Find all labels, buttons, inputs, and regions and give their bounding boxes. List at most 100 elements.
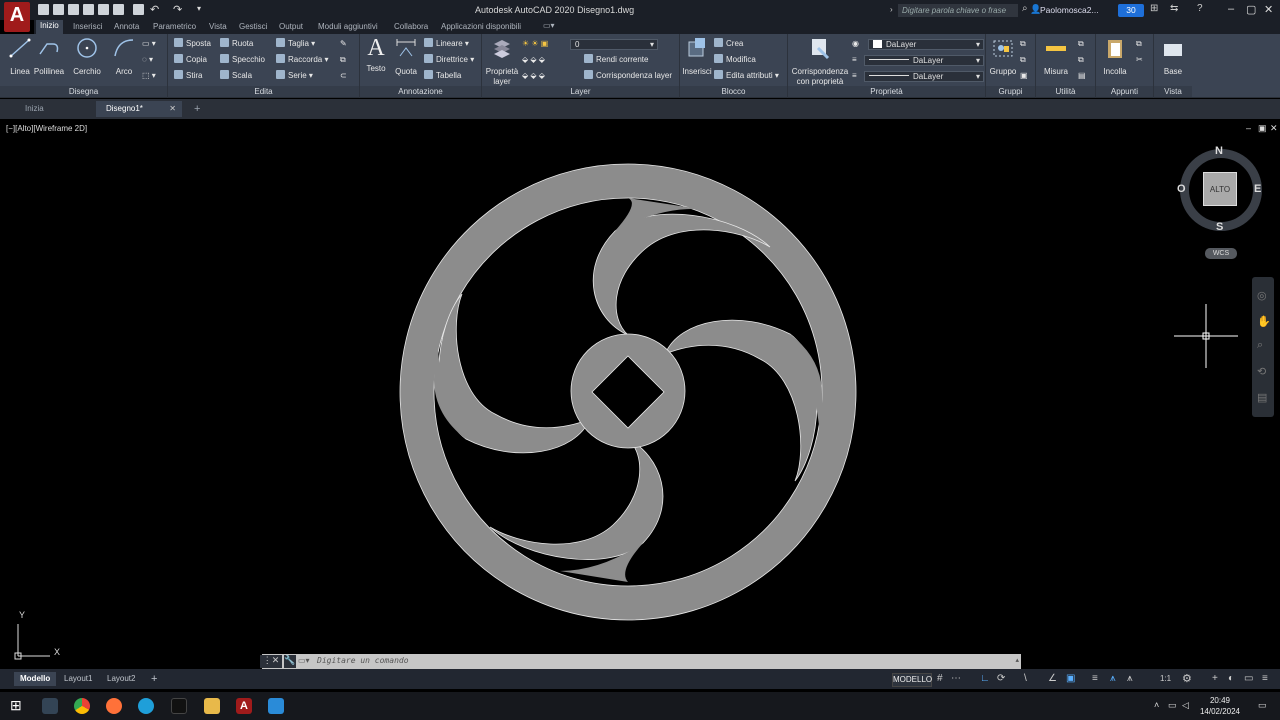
isolate-icon[interactable]: ◐ <box>1228 673 1234 684</box>
annotation-visibility-icon[interactable]: ⩚ <box>1110 673 1116 684</box>
close-tab-icon[interactable]: ✕ <box>169 101 176 117</box>
measure-button[interactable]: Misura <box>1036 36 1076 77</box>
close-icon[interactable]: ✕ <box>1264 3 1273 16</box>
arc-button[interactable]: Arco <box>104 36 144 77</box>
photos-icon[interactable] <box>268 698 284 714</box>
cut-icon[interactable]: ✂ <box>1136 54 1143 66</box>
snap-icon[interactable]: ⋯ <box>951 673 961 684</box>
zoom-extents-icon[interactable]: ⌕ <box>1257 339 1263 352</box>
isodraft-icon[interactable]: \ <box>1024 673 1027 684</box>
layer-state-icons[interactable]: ☀ ☀ ▣ <box>522 38 548 50</box>
wheel-drawing[interactable] <box>0 119 1280 667</box>
tab-start[interactable]: Inizia <box>15 101 54 117</box>
panel-title-disegna[interactable]: Disegna <box>0 86 167 97</box>
panel-title-blocco[interactable]: Blocco <box>680 86 787 97</box>
clean-screen-icon[interactable]: ▭ <box>1244 673 1253 684</box>
orbit-icon[interactable]: ⟲ <box>1257 365 1266 378</box>
polyline-button[interactable]: Polilinea <box>29 36 69 77</box>
viewcube-top[interactable]: ALTO <box>1203 172 1237 206</box>
layer-tools-row1-icon[interactable]: ⬙ ⬙ ⬙ <box>522 54 545 66</box>
showmotion-icon[interactable]: ▤ <box>1257 391 1267 404</box>
group-edit-icon[interactable]: ⧉ <box>1020 54 1026 66</box>
paste-button[interactable]: Incolla <box>1096 36 1134 77</box>
object-snap-icon[interactable]: ▣ <box>1066 673 1075 684</box>
open-web-icon[interactable] <box>98 4 109 15</box>
linetype-dropdown[interactable]: DaLayer ▾ <box>864 55 984 66</box>
quick-select-icon[interactable]: ⧉ <box>1078 38 1084 50</box>
edit-block-button[interactable]: Modifica <box>714 54 756 66</box>
undo-icon[interactable]: ↶ <box>150 3 159 16</box>
tab-inizio[interactable]: Inizio <box>36 20 63 34</box>
tab-output[interactable]: Output <box>279 22 303 31</box>
open-file-icon[interactable] <box>53 4 64 15</box>
dimension-button[interactable]: Quota <box>387 36 425 77</box>
group-select-icon[interactable]: ▣ <box>1020 70 1028 82</box>
make-current-button[interactable]: Rendi corrente <box>584 54 648 66</box>
trim-button[interactable]: Taglia ▾ <box>276 38 315 50</box>
circle-button[interactable]: Cerchio <box>67 36 107 77</box>
firefox-icon[interactable] <box>106 698 122 714</box>
tab-applicazioni[interactable]: Applicazioni disponibili <box>441 22 521 31</box>
tab-gestisci[interactable]: Gestisci <box>239 22 267 31</box>
panel-title-annotazione[interactable]: Annotazione <box>360 86 481 97</box>
tab-drawing1[interactable]: Disegno1* ✕ <box>96 101 182 117</box>
tab-annota[interactable]: Annota <box>114 22 139 31</box>
commandline-scroll-icon[interactable]: ▴ <box>1015 656 1019 664</box>
offset-icon[interactable]: ⊂ <box>340 70 347 82</box>
help-icon[interactable]: ? <box>1197 3 1203 14</box>
windows-start-icon[interactable]: ⊞ <box>10 697 22 714</box>
point-style-icon[interactable]: ⧉ <box>1078 54 1084 66</box>
pan-icon[interactable]: ✋ <box>1257 315 1271 328</box>
new-tab-icon[interactable]: + <box>184 101 210 117</box>
copy-clip-icon[interactable]: ⧉ <box>1136 38 1142 50</box>
command-history-icon[interactable]: ▭▾ <box>298 656 310 665</box>
volume-icon[interactable]: ◁ <box>1182 700 1189 711</box>
tab-moduli-aggiuntivi[interactable]: Moduli aggiuntivi <box>318 22 378 31</box>
redo-icon[interactable]: ↷ <box>173 3 182 16</box>
calculator-icon[interactable]: ▤ <box>1078 70 1086 82</box>
new-file-icon[interactable] <box>38 4 49 15</box>
wcs-menu[interactable]: WCS <box>1205 248 1237 259</box>
rectangle-icon[interactable]: ▭ ▾ <box>142 38 156 50</box>
layer-dropdown[interactable]: 0 ▾ <box>570 39 658 50</box>
layer-properties-button[interactable]: Proprietà layer <box>482 36 522 87</box>
base-view-button[interactable]: Base <box>1154 36 1192 77</box>
maximize-icon[interactable]: ▢ <box>1246 3 1256 16</box>
array-button[interactable]: Serie ▾ <box>276 70 313 82</box>
subscription-badge[interactable]: 30 <box>1118 4 1144 17</box>
command-input[interactable]: Digitare un comando <box>317 656 409 665</box>
panel-title-gruppi[interactable]: Gruppi <box>986 86 1035 97</box>
model-space-toggle[interactable]: MODELLO <box>892 673 932 687</box>
customize-statusbar-icon[interactable]: ≡ <box>1262 673 1268 684</box>
match-properties-button[interactable]: Corrispondenza con proprietà <box>790 36 850 87</box>
color-wheel-icon[interactable]: ◉ <box>852 38 859 50</box>
taskbar-clock[interactable]: 20:49 14/02/2024 <box>1198 695 1242 717</box>
color-dropdown[interactable]: DaLayer ▾ <box>868 39 984 50</box>
rotate-button[interactable]: Ruota <box>220 38 253 50</box>
stretch-button[interactable]: Stira <box>174 70 202 82</box>
customize-qa-icon[interactable]: ▾ <box>197 4 201 13</box>
panel-title-appunti[interactable]: Appunti <box>1096 86 1153 97</box>
autocad-logo-icon[interactable]: A <box>4 2 30 32</box>
hatch-icon[interactable]: ◌ ▾ <box>142 54 153 66</box>
explode-icon[interactable]: ⧉ <box>340 54 346 66</box>
tiktok-icon[interactable] <box>171 698 187 714</box>
move-button[interactable]: Sposta <box>174 38 211 50</box>
panel-title-vista[interactable]: Vista <box>1154 86 1192 97</box>
notification-icon[interactable]: ▭ <box>1258 700 1267 711</box>
ribbon-toggle-icon[interactable]: ▭▾ <box>543 21 555 30</box>
tab-vista[interactable]: Vista <box>209 22 227 31</box>
annotation-scale[interactable]: 1:1 <box>1160 674 1171 683</box>
save-icon[interactable] <box>68 4 79 15</box>
tab-collabora[interactable]: Collabora <box>394 22 428 31</box>
calculator-app-icon[interactable] <box>42 698 58 714</box>
copy-button[interactable]: Copia <box>174 54 207 66</box>
linetype-icon[interactable]: ≡ <box>852 54 857 66</box>
match-layer-button[interactable]: Corrispondenza layer <box>584 70 672 82</box>
save-as-icon[interactable] <box>83 4 94 15</box>
ungroup-icon[interactable]: ⧉ <box>1020 38 1026 50</box>
drawing-area[interactable]: [−][Alto][Wireframe 2D] – ▣ ✕ Y X ALTO N… <box>0 119 1280 667</box>
edit-attributes-button[interactable]: Edita attributi ▾ <box>714 70 779 82</box>
boundary-icon[interactable]: ⬚ ▾ <box>142 70 156 82</box>
panel-title-edita[interactable]: Edita <box>168 86 359 97</box>
